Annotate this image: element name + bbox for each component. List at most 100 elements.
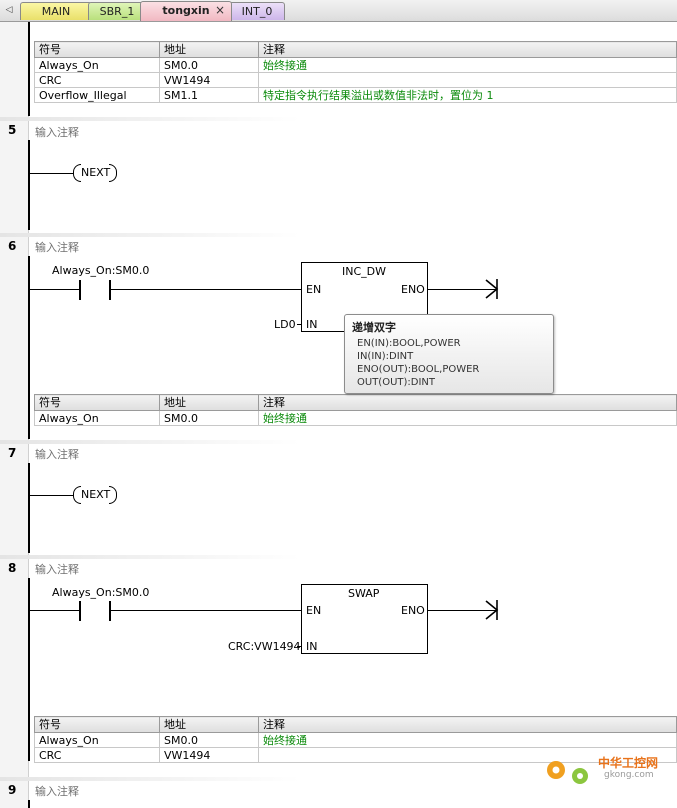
symbol-table-n4: 符号 地址 注释 Always_On SM0.0 始终接通 CRC VW1494… [34,41,677,103]
pin-en: EN [306,283,322,296]
contact-right-bar[interactable] [109,280,111,300]
rung-wire [30,173,74,174]
tab-tongxin-label: tongxin [162,4,210,17]
rung-wire [30,495,74,496]
col-header-symbol: 符号 [34,394,160,411]
table-row[interactable]: Always_On SM0.0 始终接通 [34,410,677,426]
network-number: 5 [8,123,17,137]
address-cell: VW1494 [159,747,259,763]
symbol-cell: Overflow_Illegal [34,87,160,103]
table-row[interactable]: CRC VW1494 [34,72,677,88]
contact-right-bar[interactable] [109,601,111,621]
symbol-cell: Always_On [34,57,160,73]
tooltip-line: EN(IN):BOOL,POWER [357,338,461,349]
address-cell: SM0.0 [159,410,259,426]
tab-int-0[interactable]: INT_0 [229,2,285,20]
address-cell: SM0.0 [159,57,259,73]
col-header-comment: 注释 [258,394,677,411]
comment-cell: 始终接通 [258,410,677,426]
watermark-url: gkong.com [604,770,654,780]
symbol-cell: Always_On [34,410,160,426]
address-cell: SM0.0 [159,732,259,748]
pin-in: IN [306,318,318,331]
swap-box[interactable]: SWAP EN ENO IN [301,584,428,654]
network-comment[interactable]: 输入注释 [35,446,79,462]
col-header-symbol: 符号 [34,716,160,733]
tooltip-line: IN(IN):DINT [357,351,414,362]
pin-en: EN [306,604,322,617]
col-header-comment: 注释 [258,41,677,58]
pin-in: IN [306,640,318,653]
pin-eno: ENO [401,604,425,617]
power-rail [28,463,30,553]
comment-cell: 始终接通 [258,57,677,73]
col-header-address: 地址 [159,394,259,411]
in-operand[interactable]: CRC:VW1494 [228,640,301,653]
tooltip-line: OUT(OUT):DINT [357,377,436,388]
network-number: 7 [8,446,17,460]
coil-bracket-right [109,164,117,182]
tooltip-title: 递增双字 [352,321,396,334]
coil-next[interactable]: NEXT [81,488,110,501]
contact-left-bar[interactable] [79,601,81,621]
network-number: 8 [8,561,17,575]
table-row[interactable]: Overflow_Illegal SM1.1 特定指令执行结果溢出或数值非法时，… [34,87,677,103]
network-separator [0,233,300,237]
contact-label: Always_On:SM0.0 [52,264,150,277]
tab-int-label: INT_0 [241,5,273,18]
network-number: 6 [8,239,17,253]
contact-left-bar[interactable] [79,280,81,300]
network-separator [0,777,300,781]
box-title: SWAP [348,587,380,600]
table-row[interactable]: Always_On SM0.0 始终接通 [34,57,677,73]
box-title: INC_DW [342,265,386,278]
col-header-comment: 注释 [258,716,677,733]
network-separator [0,440,300,444]
tab-tongxin[interactable]: tongxin × [140,1,232,21]
comment-cell: 特定指令执行结果溢出或数值非法时，置位为 1 [258,87,677,103]
coil-bracket-right [109,486,117,504]
network-gutter [0,22,29,808]
scroll-left-icon[interactable]: ◁ [2,3,16,17]
symbol-cell: CRC [34,747,160,763]
comment-cell: 始终接通 [258,732,677,748]
contact-label: Always_On:SM0.0 [52,586,150,599]
table-row[interactable]: Always_On SM0.0 始终接通 [34,732,677,748]
coil-next[interactable]: NEXT [81,166,110,179]
power-rail [28,256,30,439]
network-comment[interactable]: 输入注释 [35,783,79,799]
in-wire [297,646,302,647]
comment-cell [258,72,677,88]
power-rail [28,140,30,230]
rung-wire [111,610,302,611]
rung-wire [30,610,79,611]
tab-sbr-label: SBR_1 [99,5,135,18]
instruction-tooltip: 递增双字 EN(IN):BOOL,POWER IN(IN):DINT ENO(O… [344,314,554,394]
watermark-text: 中华工控网 [598,756,659,770]
power-rail [28,800,30,808]
network-separator [0,117,300,121]
col-header-symbol: 符号 [34,41,160,58]
network-comment[interactable]: 输入注释 [35,239,79,255]
network-number: 9 [8,783,17,797]
network-separator [0,555,300,559]
output-arrow-icon [485,600,499,620]
col-header-address: 地址 [159,716,259,733]
in-operand[interactable]: LD0 [274,318,296,331]
symbol-cell: CRC [34,72,160,88]
tab-bar: ◁ MAIN SBR_1 INT_0 tongxin × [0,0,677,22]
close-icon[interactable]: × [215,2,225,19]
tab-sbr-1[interactable]: SBR_1 [88,2,146,20]
col-header-address: 地址 [159,41,259,58]
symbol-cell: Always_On [34,732,160,748]
coil-bracket-left [73,164,81,182]
address-cell: VW1494 [159,72,259,88]
network-comment[interactable]: 输入注释 [35,561,79,577]
rung-wire [111,289,302,290]
tab-main[interactable]: MAIN [20,2,92,20]
output-arrow-icon [485,279,499,299]
symbol-table-n6: 符号 地址 注释 Always_On SM0.0 始终接通 [34,394,677,426]
network-comment[interactable]: 输入注释 [35,124,79,140]
tab-main-label: MAIN [41,5,71,18]
address-cell: SM1.1 [159,87,259,103]
